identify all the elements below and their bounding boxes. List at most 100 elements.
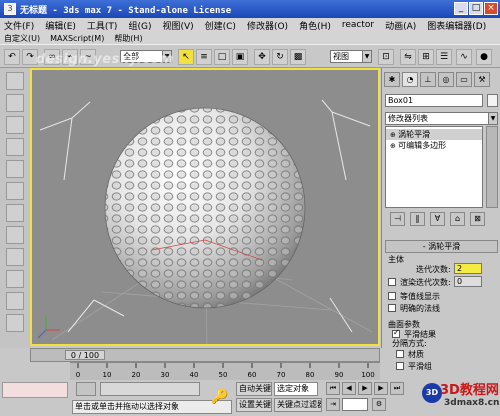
iterations-spinner[interactable]: 2 xyxy=(454,263,482,274)
show-end-result-icon[interactable]: ‖ xyxy=(410,212,425,226)
soft-body-icon[interactable] xyxy=(6,116,24,134)
render-iters-spinner[interactable]: 0 xyxy=(454,276,482,287)
maximize-button[interactable]: □ xyxy=(469,2,483,15)
display-tab-icon[interactable]: ▭ xyxy=(456,72,472,87)
align-icon[interactable]: ⊞ xyxy=(418,49,434,65)
window-title: 无标题 - 3ds max 7 - Stand-alone License xyxy=(20,5,232,16)
select-icon[interactable]: ↖ xyxy=(178,49,194,65)
object-name-field[interactable]: Box01 xyxy=(385,94,483,107)
materials-label: 材质 xyxy=(408,350,424,359)
ref-coord-dropdown[interactable]: 视图 ▼ xyxy=(330,50,372,63)
key-mode-icon[interactable]: ⇥ xyxy=(326,398,340,411)
material-editor-icon[interactable]: ● xyxy=(476,49,492,65)
object-color-swatch[interactable] xyxy=(487,94,498,107)
dashpot-icon[interactable] xyxy=(6,226,24,244)
next-frame-icon[interactable]: ▶ xyxy=(374,382,388,395)
current-frame-field[interactable] xyxy=(342,398,368,411)
time-slider-thumb[interactable]: 0 / 100 xyxy=(65,350,105,360)
perspective-viewport[interactable] xyxy=(30,68,380,346)
menu-item[interactable]: 动画(A) xyxy=(385,19,416,32)
menu-item[interactable]: 图表编辑器(D) xyxy=(427,19,486,32)
remove-modifier-icon[interactable]: ⌂ xyxy=(450,212,465,226)
iterations-label: 迭代次数: xyxy=(416,265,451,274)
auto-key-button[interactable]: 自动关键点 xyxy=(236,382,272,396)
motor-icon[interactable] xyxy=(6,248,24,266)
time-slider[interactable]: 0 / 100 xyxy=(30,348,380,362)
panel-bottom: 材质 平滑组 xyxy=(382,348,500,378)
stack-scrollbar[interactable] xyxy=(486,126,498,208)
menu-item[interactable]: 视图(V) xyxy=(162,19,193,32)
rotate-icon[interactable]: ↻ xyxy=(272,49,288,65)
wind-icon[interactable] xyxy=(6,270,24,288)
motion-tab-icon[interactable]: ◎ xyxy=(438,72,454,87)
stack-item-turbosmooth[interactable]: ⊕ 涡轮平滑 xyxy=(386,129,482,140)
modifier-list-dropdown[interactable]: 修改器列表 ▼ xyxy=(385,112,498,125)
close-button[interactable]: × xyxy=(484,2,498,15)
configure-sets-icon[interactable]: ⊠ xyxy=(470,212,485,226)
stack-item-editable-poly[interactable]: ⊕ 可编辑多边形 xyxy=(386,140,482,151)
materials-checkbox[interactable] xyxy=(396,350,404,358)
timeline-tick-label: 30 xyxy=(161,371,170,379)
menu-item[interactable]: 修改器(O) xyxy=(247,19,288,32)
explicit-normals-checkbox[interactable] xyxy=(388,304,396,312)
move-icon[interactable]: ✥ xyxy=(254,49,270,65)
toy-car-icon[interactable] xyxy=(6,292,24,310)
fracture-icon[interactable] xyxy=(6,314,24,332)
hierarchy-tab-icon[interactable]: ⊥ xyxy=(420,72,436,87)
menu-item[interactable]: 角色(H) xyxy=(299,19,331,32)
menu-item[interactable]: 编辑(E) xyxy=(45,19,76,32)
modify-tab-icon[interactable]: ◔ xyxy=(402,72,418,87)
layer-icon[interactable]: ☰ xyxy=(436,49,452,65)
mirror-icon[interactable]: ⇋ xyxy=(400,49,416,65)
menu-item[interactable]: 自定义(U) xyxy=(4,33,40,44)
window-crossing-icon[interactable]: ▣ xyxy=(232,49,248,65)
command-panel: ✱ ◔ ⊥ ◎ ▭ ⚒ Box01 修改器列表 ▼ ⊕ 涡轮平滑 ⊕ 可编辑多边形… xyxy=(381,68,500,348)
render-iters-checkbox[interactable] xyxy=(388,278,396,286)
scale-icon[interactable]: ▩ xyxy=(290,49,306,65)
utilities-tab-icon[interactable]: ⚒ xyxy=(474,72,490,87)
cloth-icon[interactable] xyxy=(6,94,24,112)
play-icon[interactable]: ▶ xyxy=(358,382,372,395)
main-group-label: 主体 xyxy=(388,255,404,264)
selection-region-icon[interactable]: □ xyxy=(214,49,230,65)
select-by-name-icon[interactable]: ≡ xyxy=(196,49,212,65)
key-filters-button[interactable]: 关键点过滤器... xyxy=(274,398,322,412)
pin-stack-icon[interactable]: ⊣ xyxy=(390,212,405,226)
minimize-button[interactable]: _ xyxy=(454,2,468,15)
undo-icon[interactable]: ↶ xyxy=(4,49,20,65)
menu-item[interactable]: 文件(F) xyxy=(4,19,34,32)
menu-item[interactable]: 帮助(H) xyxy=(114,33,142,44)
spring-icon[interactable] xyxy=(6,204,24,222)
key-icon[interactable]: 🔑 xyxy=(206,382,234,412)
smoothing-groups-checkbox[interactable] xyxy=(396,362,404,370)
goto-start-icon[interactable]: ⏮ xyxy=(326,382,340,395)
time-config-icon[interactable]: ⚙ xyxy=(372,398,386,411)
isoline-checkbox[interactable] xyxy=(388,292,396,300)
turbosmooth-rollout-header[interactable]: - 涡轮平滑 xyxy=(385,240,498,253)
prev-frame-icon[interactable]: ◀ xyxy=(342,382,356,395)
app-icon: 3 xyxy=(4,3,16,15)
menu-item[interactable]: 创建(C) xyxy=(205,19,236,32)
smooth-result-checkbox[interactable]: ✓ xyxy=(392,328,400,338)
maxscript-mini-listener[interactable] xyxy=(2,382,68,398)
logo-main-text: 3D教程网 xyxy=(440,383,499,398)
menu-item[interactable]: MAXScript(M) xyxy=(50,34,104,43)
curve-editor-icon[interactable]: ∿ xyxy=(456,49,472,65)
coordinate-display[interactable] xyxy=(100,382,200,396)
make-unique-icon[interactable]: ∀ xyxy=(430,212,445,226)
rigid-body-icon[interactable] xyxy=(6,72,24,90)
menu-item[interactable]: 组(G) xyxy=(128,19,151,32)
track-bar[interactable]: 0 10 20 30 40 50 60 70 80 90 100 xyxy=(70,362,380,380)
timeline-tick-label: 100 xyxy=(361,371,374,379)
rope-icon[interactable] xyxy=(6,138,24,156)
menu-item[interactable]: 工具(T) xyxy=(87,19,118,32)
selected-dropdown[interactable]: 选定对象 xyxy=(274,382,318,396)
pivot-icon[interactable]: ⊡ xyxy=(378,49,394,65)
deforming-mesh-icon[interactable] xyxy=(6,160,24,178)
goto-end-icon[interactable]: ⏭ xyxy=(390,382,404,395)
plane-icon[interactable] xyxy=(6,182,24,200)
lock-selection-icon[interactable] xyxy=(76,382,96,396)
set-key-button[interactable]: 设置关键点 xyxy=(236,398,272,412)
create-tab-icon[interactable]: ✱ xyxy=(384,72,400,87)
menu-item[interactable]: reactor xyxy=(342,20,374,30)
